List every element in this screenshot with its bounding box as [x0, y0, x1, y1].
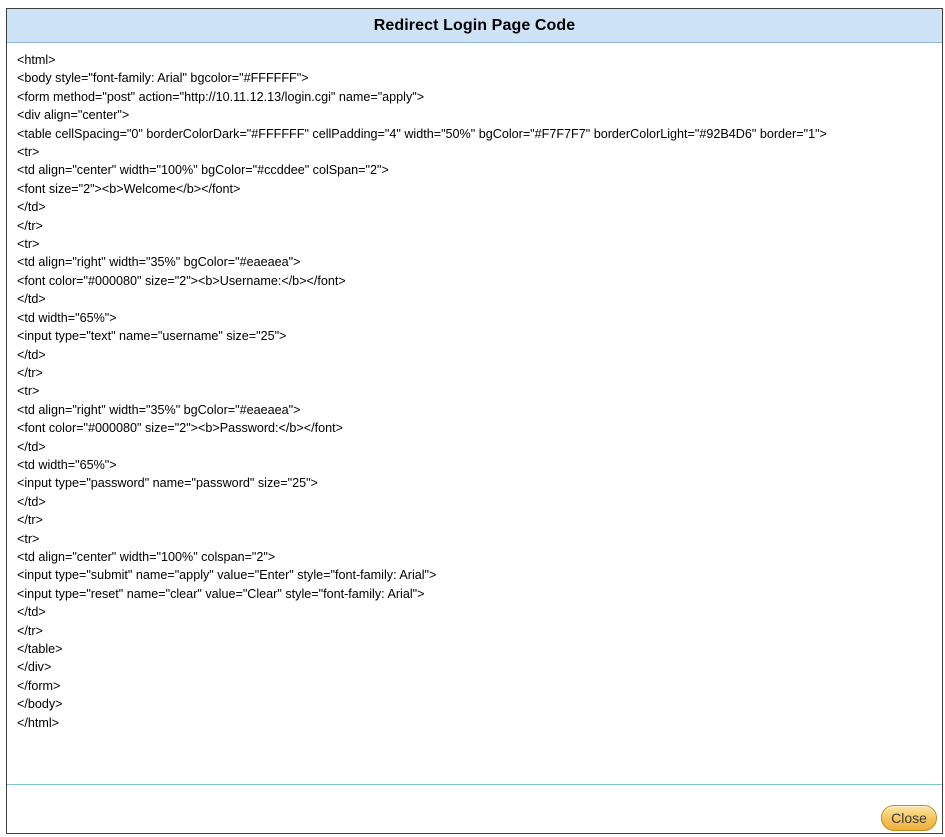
code-line: <input type="text" name="username" size=… — [17, 329, 287, 344]
code-line: <table cellSpacing="0" borderColorDark="… — [17, 126, 827, 141]
code-line: <div align="center"> — [17, 108, 130, 123]
code-line: <td align="right" width="35%" bgColor="#… — [17, 402, 301, 417]
code-line: </tr> — [17, 365, 43, 380]
code-line: </td> — [17, 200, 46, 215]
code-line: <tr> — [17, 145, 40, 160]
code-line: <tr> — [17, 531, 40, 546]
code-line: </tr> — [17, 218, 43, 233]
code-line: <input type="submit" name="apply" value=… — [17, 568, 437, 583]
code-line: <font size="2"><b>Welcome</b></font> — [17, 181, 241, 196]
dialog-title: Redirect Login Page Code — [373, 16, 576, 34]
code-line: </td> — [17, 605, 46, 620]
code-line: <font color="#000080" size="2"><b>Userna… — [17, 273, 346, 288]
code-line: </td> — [17, 347, 46, 362]
dialog-footer: Close — [7, 785, 942, 833]
code-line: <td align="center" width="100%" colspan=… — [17, 549, 276, 564]
code-line: <tr> — [17, 237, 40, 252]
code-line: </td> — [17, 292, 46, 307]
code-line: <body style="font-family: Arial" bgcolor… — [17, 71, 309, 86]
code-line: </table> — [17, 642, 63, 656]
code-text-area[interactable]: <html> <body style="font-family: Arial" b… — [7, 43, 942, 785]
code-line: <html> — [17, 53, 56, 67]
code-line: </html> — [17, 715, 59, 730]
dialog-title-bar: Redirect Login Page Code — [7, 9, 942, 43]
code-line: </form> — [17, 678, 61, 693]
code-line: <input type="reset" name="clear" value="… — [17, 586, 425, 601]
code-line: <td align="right" width="35%" bgColor="#… — [17, 255, 301, 270]
code-line: </td> — [17, 439, 46, 454]
code-line: <td align="center" width="100%" bgColor=… — [17, 163, 389, 178]
code-line: </body> — [17, 697, 63, 712]
code-line: <td width="65%"> — [17, 457, 117, 472]
code-line: </tr> — [17, 623, 43, 638]
code-dialog: Redirect Login Page Code <html> <body sty… — [6, 8, 943, 834]
code-line: </tr> — [17, 513, 43, 528]
code-line: </td> — [17, 494, 46, 509]
code-line: <form method="post" action="http://10.11… — [17, 89, 425, 104]
code-line: <input type="password" name="password" s… — [17, 476, 318, 491]
code-line: <tr> — [17, 384, 40, 399]
code-line: <font color="#000080" size="2"><b>Passwo… — [17, 421, 343, 436]
code-line: <td width="65%"> — [17, 310, 117, 325]
code-line: </div> — [17, 660, 52, 675]
close-button[interactable]: Close — [881, 805, 937, 831]
